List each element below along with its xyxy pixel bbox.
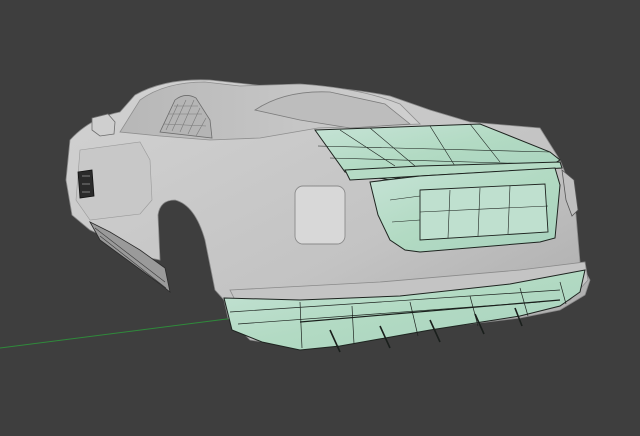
car-model[interactable] (65, 79, 591, 353)
3d-viewport[interactable] (0, 0, 640, 436)
license-plate-recess (419, 183, 549, 241)
ground-axis-line (0, 315, 251, 349)
tail-light-recess (294, 185, 346, 245)
